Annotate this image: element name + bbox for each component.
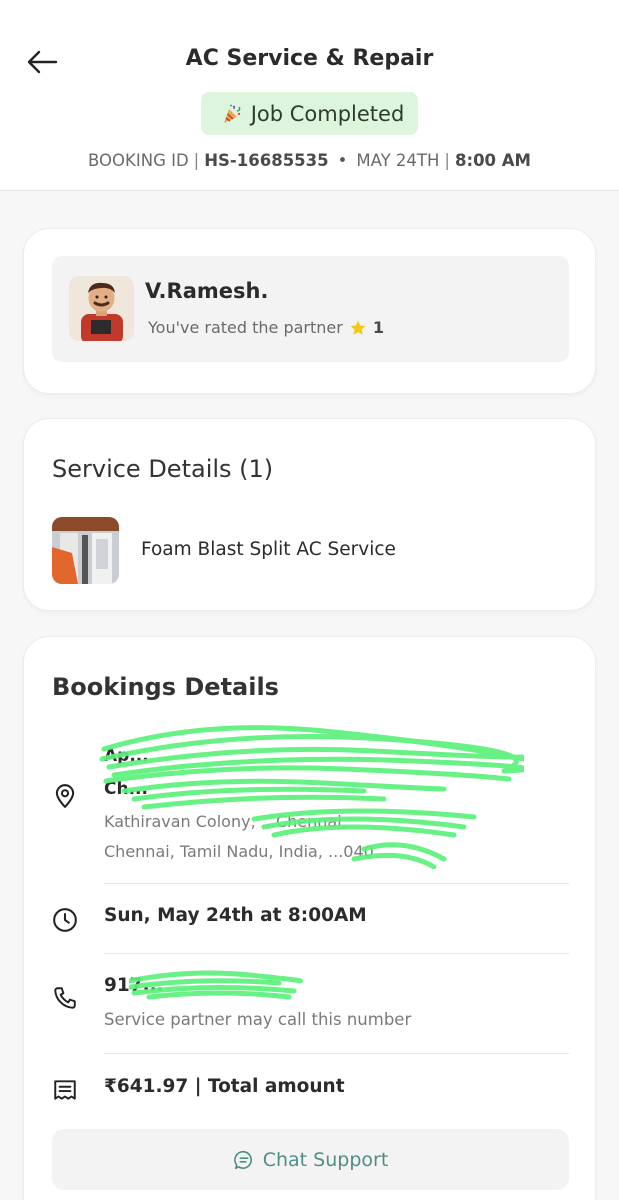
partner-avatar (69, 276, 134, 341)
receipt-icon (54, 1080, 76, 1100)
total-amount: ₹641.97 | Total amount (104, 1076, 345, 1097)
rating-text: You've rated the partner (148, 318, 343, 337)
amount-label: Total amount (207, 1076, 345, 1097)
booking-date: MAY 24TH (356, 151, 440, 170)
star-icon (350, 320, 366, 335)
booking-address: Ap... Ch... Kathiravan Colony, ...Chenna… (104, 741, 564, 867)
booking-id-label: BOOKING ID (88, 151, 189, 170)
partner-info[interactable]: V.Ramesh. You've rated the partner 1 (52, 256, 569, 362)
phone-icon (54, 987, 76, 1009)
service-details-title: Service Details (1) (52, 455, 274, 483)
amount-value: ₹641.97 (104, 1076, 189, 1097)
booking-details-card: Bookings Details Ap... Ch... Kathiravan … (23, 636, 596, 1200)
divider (104, 883, 569, 884)
partner-name: V.Ramesh. (145, 279, 269, 303)
partner-phone[interactable]: 917... (104, 975, 164, 996)
service-thumbnail (52, 517, 119, 584)
service-details-card: Service Details (1) Foam Blast Split AC … (23, 418, 596, 611)
party-popper-icon (223, 104, 241, 123)
rating-value: 1 (372, 318, 384, 337)
partner-rating: You've rated the partner 1 (148, 318, 384, 337)
phone-note: Service partner may call this number (104, 1010, 412, 1029)
chat-bubble-icon (233, 1150, 252, 1169)
divider (104, 1053, 569, 1054)
service-item-name: Foam Blast Split AC Service (141, 539, 396, 560)
address-line-4: Chennai, Tamil Nadu, India, ...040 (104, 842, 374, 861)
booking-id: HS-16685535 (204, 151, 329, 170)
address-line-2: Ch... (104, 779, 148, 799)
clock-icon (53, 908, 77, 932)
chat-support-button[interactable]: Chat Support (52, 1129, 569, 1190)
status-badge: Job Completed (200, 92, 419, 135)
booking-time: 8:00 AM (454, 151, 531, 170)
page-title: AC Service & Repair (185, 46, 434, 71)
address-line-1: Ap... (104, 746, 149, 766)
address-line-3: Kathiravan Colony, ...Chennai, (104, 812, 347, 831)
booking-datetime: Sun, May 24th at 8:00AM (104, 905, 367, 926)
location-pin-icon (55, 784, 75, 809)
partner-card: V.Ramesh. You've rated the partner 1 (23, 228, 596, 394)
chat-support-label: Chat Support (262, 1148, 389, 1171)
divider (104, 953, 569, 954)
booking-details-title: Bookings Details (52, 673, 279, 701)
app-header: AC Service & Repair Job Completed BOOKIN… (0, 0, 619, 191)
booking-meta: BOOKING ID | HS-16685535 • MAY 24TH | 8:00 AM (88, 151, 531, 170)
status-text: Job Completed (250, 101, 405, 126)
